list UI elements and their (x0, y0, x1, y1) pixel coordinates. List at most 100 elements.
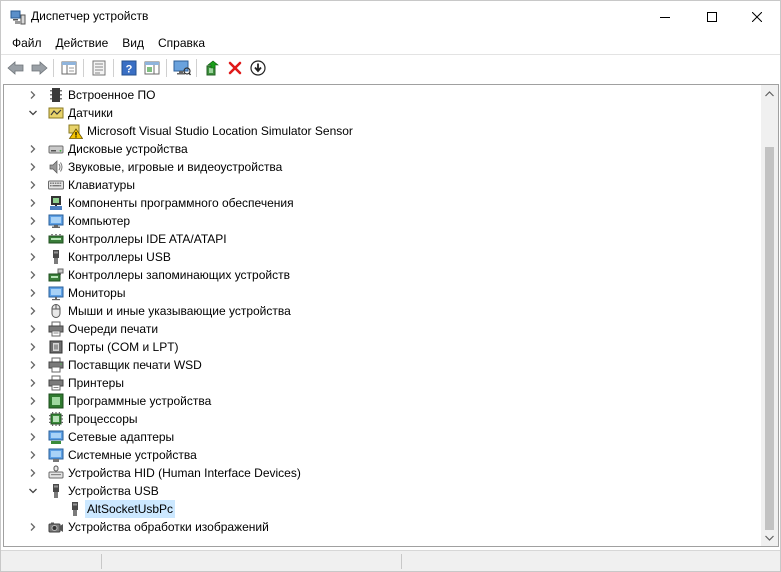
tree-category-row[interactable]: Датчики (4, 104, 762, 122)
tree-category-row[interactable]: Устройства HID (Human Interface Devices) (4, 464, 762, 482)
expand-chevron-icon[interactable] (27, 449, 39, 461)
title-bar[interactable]: Диспетчер устройств (1, 1, 780, 32)
scan-hardware-icon (173, 60, 191, 76)
tree-category-row[interactable]: Мониторы (4, 284, 762, 302)
tree-category-row[interactable]: Устройства обработки изображений (4, 518, 762, 536)
action-pane-button[interactable] (140, 57, 163, 79)
tree-category-row[interactable]: Компьютер (4, 212, 762, 230)
expand-chevron-icon[interactable] (27, 251, 39, 263)
scrollbar-thumb[interactable] (765, 147, 774, 530)
help-button[interactable]: ? (117, 57, 140, 79)
expand-chevron-icon[interactable] (27, 359, 39, 371)
expand-chevron-icon[interactable] (27, 377, 39, 389)
menu-file[interactable]: Файл (5, 33, 49, 53)
menu-action[interactable]: Действие (49, 33, 116, 53)
expand-chevron-icon[interactable] (27, 395, 39, 407)
software-device-icon (48, 393, 64, 409)
expand-chevron-icon[interactable] (27, 305, 39, 317)
tree-category-row[interactable]: Программные устройства (4, 392, 762, 410)
tree-category-row[interactable]: Контроллеры запоминающих устройств (4, 266, 762, 284)
expand-chevron-icon[interactable] (27, 467, 39, 479)
collapse-chevron-icon[interactable] (27, 107, 39, 119)
expand-chevron-icon[interactable] (27, 89, 39, 101)
keyboard-icon (48, 177, 64, 193)
device-tree: Встроенное ПО Датчики Microsoft Visual Stu… (4, 86, 762, 536)
monitor-icon (48, 285, 64, 301)
forward-arrow-icon (31, 61, 48, 75)
expand-chevron-icon[interactable] (27, 143, 39, 155)
back-arrow-icon (6, 61, 23, 75)
update-driver-button[interactable] (200, 57, 223, 79)
expand-chevron-icon[interactable] (27, 341, 39, 353)
expand-chevron-icon[interactable] (27, 233, 39, 245)
uninstall-device-button[interactable] (223, 57, 246, 79)
expand-chevron-icon[interactable] (27, 161, 39, 173)
tree-item-label: Устройства обработки изображений (68, 520, 269, 534)
maximize-button[interactable] (689, 1, 735, 32)
toolbar-separator (166, 59, 167, 77)
tree-category-row[interactable]: Звуковые, игровые и видеоустройства (4, 158, 762, 176)
tree-category-row[interactable]: Встроенное ПО (4, 86, 762, 104)
tree-item-label: Устройства HID (Human Interface Devices) (68, 466, 301, 480)
expand-chevron-icon[interactable] (27, 269, 39, 281)
tree-item-label: Системные устройства (68, 448, 197, 462)
sensor-warning-icon (67, 123, 84, 139)
show-hide-console-tree-button[interactable] (57, 57, 80, 79)
close-button[interactable] (734, 1, 780, 32)
expand-chevron-icon[interactable] (27, 197, 39, 209)
tree-device-row[interactable]: AltSocketUsbPc (4, 500, 762, 518)
tree-category-row[interactable]: Процессоры (4, 410, 762, 428)
tree-category-row[interactable]: Системные устройства (4, 446, 762, 464)
ide-controller-icon (48, 231, 64, 247)
tree-category-row[interactable]: Компоненты программного обеспечения (4, 194, 762, 212)
mouse-icon (48, 303, 64, 319)
forward-button[interactable] (27, 57, 50, 79)
menu-view[interactable]: Вид (115, 33, 151, 53)
expand-chevron-icon[interactable] (27, 215, 39, 227)
menu-help[interactable]: Справка (151, 33, 212, 53)
expand-chevron-icon[interactable] (27, 521, 39, 533)
menu-help-label: Справка (158, 36, 206, 50)
tree-category-row[interactable]: Контроллеры IDE ATA/ATAPI (4, 230, 762, 248)
tree-category-row[interactable]: Поставщик печати WSD (4, 356, 762, 374)
action-pane-icon (144, 61, 159, 75)
tree-item-label: Порты (COM и LPT) (68, 340, 179, 354)
tree-item-label: Контроллеры USB (68, 250, 171, 264)
scroll-down-button[interactable] (761, 529, 778, 546)
firmware-icon (48, 87, 64, 103)
expand-chevron-icon[interactable] (27, 431, 39, 443)
maximize-icon (707, 11, 717, 22)
expand-chevron-icon[interactable] (27, 287, 39, 299)
tree-category-row[interactable]: Дисковые устройства (4, 140, 762, 158)
tree-item-label: AltSocketUsbPc (85, 500, 176, 518)
expand-chevron-icon[interactable] (27, 323, 39, 335)
help-icon: ? (121, 60, 136, 76)
vertical-scrollbar[interactable] (761, 85, 778, 546)
back-button[interactable] (4, 57, 27, 79)
tree-category-row[interactable]: Очереди печати (4, 320, 762, 338)
scan-hardware-button[interactable] (170, 57, 193, 79)
close-icon (752, 11, 762, 22)
tree-item-label: Программные устройства (68, 394, 212, 408)
tree-category-row[interactable]: Принтеры (4, 374, 762, 392)
minimize-button[interactable] (642, 1, 688, 32)
tree-item-label: Дисковые устройства (68, 142, 188, 156)
tree-category-row[interactable]: Клавиатуры (4, 176, 762, 194)
expand-chevron-icon[interactable] (27, 179, 39, 191)
expand-chevron-icon[interactable] (27, 413, 39, 425)
tree-category-row[interactable]: Контроллеры USB (4, 248, 762, 266)
disable-device-button[interactable] (246, 57, 269, 79)
tree-category-row[interactable]: Сетевые адаптеры (4, 428, 762, 446)
scroll-up-button[interactable] (761, 85, 778, 102)
toolbar-separator (83, 59, 84, 77)
tree-category-row[interactable]: Мыши и иные указывающие устройства (4, 302, 762, 320)
tree-category-row[interactable]: Порты (COM и LPT) (4, 338, 762, 356)
menu-action-label: Действие (55, 36, 109, 50)
tree-category-row[interactable]: Устройства USB (4, 482, 762, 500)
tree-item-label: Компоненты программного обеспечения (68, 196, 294, 210)
tree-device-row[interactable]: Microsoft Visual Studio Location Simulat… (4, 122, 762, 140)
properties-button[interactable] (87, 57, 110, 79)
collapse-chevron-icon[interactable] (27, 485, 39, 497)
properties-icon (92, 60, 105, 76)
printer-icon (48, 375, 64, 391)
